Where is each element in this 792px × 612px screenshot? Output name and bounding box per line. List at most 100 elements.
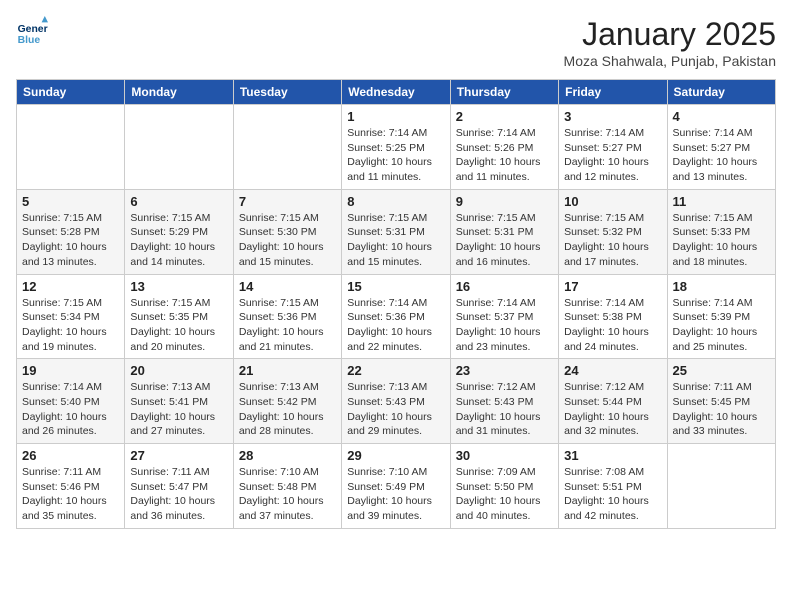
calendar-cell: 28 Sunrise: 7:10 AM Sunset: 5:48 PM Dayli… (233, 444, 341, 529)
day-info: Sunrise: 7:15 AM Sunset: 5:35 PM Dayligh… (130, 296, 227, 355)
day-info: Sunrise: 7:11 AM Sunset: 5:45 PM Dayligh… (673, 380, 770, 439)
day-number: 1 (347, 109, 444, 124)
calendar-cell: 25 Sunrise: 7:11 AM Sunset: 5:45 PM Dayli… (667, 359, 775, 444)
calendar-week-row: 1 Sunrise: 7:14 AM Sunset: 5:25 PM Daylig… (17, 105, 776, 190)
day-number: 4 (673, 109, 770, 124)
calendar-cell: 21 Sunrise: 7:13 AM Sunset: 5:42 PM Dayli… (233, 359, 341, 444)
calendar-week-row: 26 Sunrise: 7:11 AM Sunset: 5:46 PM Dayli… (17, 444, 776, 529)
day-number: 10 (564, 194, 661, 209)
day-number: 31 (564, 448, 661, 463)
day-number: 15 (347, 279, 444, 294)
column-header-monday: Monday (125, 80, 233, 105)
day-info: Sunrise: 7:14 AM Sunset: 5:36 PM Dayligh… (347, 296, 444, 355)
calendar-cell: 29Sunrise: 7:10 AM Sunset: 5:49 PM Dayli… (342, 444, 450, 529)
day-info: Sunrise: 7:14 AM Sunset: 5:27 PM Dayligh… (564, 126, 661, 185)
calendar-table: SundayMondayTuesdayWednesdayThursdayFrid… (16, 79, 776, 529)
calendar-cell: 5 Sunrise: 7:15 AM Sunset: 5:28 PM Daylig… (17, 189, 125, 274)
day-info: Sunrise: 7:15 AM Sunset: 5:31 PM Dayligh… (456, 211, 553, 270)
column-header-saturday: Saturday (667, 80, 775, 105)
day-info: Sunrise: 7:11 AM Sunset: 5:47 PM Dayligh… (130, 465, 227, 524)
column-header-thursday: Thursday (450, 80, 558, 105)
day-number: 7 (239, 194, 336, 209)
day-info: Sunrise: 7:09 AM Sunset: 5:50 PM Dayligh… (456, 465, 553, 524)
page-header: General Blue January 2025 Moza Shahwala,… (16, 16, 776, 69)
day-info: Sunrise: 7:12 AM Sunset: 5:44 PM Dayligh… (564, 380, 661, 439)
column-header-wednesday: Wednesday (342, 80, 450, 105)
day-info: Sunrise: 7:15 AM Sunset: 5:34 PM Dayligh… (22, 296, 119, 355)
day-number: 6 (130, 194, 227, 209)
calendar-cell (17, 105, 125, 190)
day-number: 11 (673, 194, 770, 209)
day-number: 21 (239, 363, 336, 378)
calendar-cell: 3Sunrise: 7:14 AM Sunset: 5:27 PM Daylig… (559, 105, 667, 190)
calendar-cell: 6 Sunrise: 7:15 AM Sunset: 5:29 PM Daylig… (125, 189, 233, 274)
calendar-cell (233, 105, 341, 190)
calendar-cell: 2 Sunrise: 7:14 AM Sunset: 5:26 PM Daylig… (450, 105, 558, 190)
day-number: 5 (22, 194, 119, 209)
calendar-cell: 11 Sunrise: 7:15 AM Sunset: 5:33 PM Dayli… (667, 189, 775, 274)
calendar-header-row: SundayMondayTuesdayWednesdayThursdayFrid… (17, 80, 776, 105)
calendar-cell: 30Sunrise: 7:09 AM Sunset: 5:50 PM Dayli… (450, 444, 558, 529)
day-info: Sunrise: 7:08 AM Sunset: 5:51 PM Dayligh… (564, 465, 661, 524)
calendar-cell: 24 Sunrise: 7:12 AM Sunset: 5:44 PM Dayli… (559, 359, 667, 444)
calendar-cell: 22 Sunrise: 7:13 AM Sunset: 5:43 PM Dayli… (342, 359, 450, 444)
calendar-cell: 17Sunrise: 7:14 AM Sunset: 5:38 PM Dayli… (559, 274, 667, 359)
calendar-cell: 15 Sunrise: 7:14 AM Sunset: 5:36 PM Dayli… (342, 274, 450, 359)
day-info: Sunrise: 7:15 AM Sunset: 5:28 PM Dayligh… (22, 211, 119, 270)
calendar-cell: 14 Sunrise: 7:15 AM Sunset: 5:36 PM Dayli… (233, 274, 341, 359)
day-info: Sunrise: 7:14 AM Sunset: 5:25 PM Dayligh… (347, 126, 444, 185)
day-info: Sunrise: 7:15 AM Sunset: 5:33 PM Dayligh… (673, 211, 770, 270)
calendar-cell: 16 Sunrise: 7:14 AM Sunset: 5:37 PM Dayli… (450, 274, 558, 359)
calendar-cell: 19Sunrise: 7:14 AM Sunset: 5:40 PM Dayli… (17, 359, 125, 444)
day-info: Sunrise: 7:13 AM Sunset: 5:42 PM Dayligh… (239, 380, 336, 439)
calendar-cell: 27 Sunrise: 7:11 AM Sunset: 5:47 PM Dayli… (125, 444, 233, 529)
day-info: Sunrise: 7:14 AM Sunset: 5:26 PM Dayligh… (456, 126, 553, 185)
day-number: 14 (239, 279, 336, 294)
calendar-week-row: 19Sunrise: 7:14 AM Sunset: 5:40 PM Dayli… (17, 359, 776, 444)
day-number: 16 (456, 279, 553, 294)
day-number: 25 (673, 363, 770, 378)
day-info: Sunrise: 7:13 AM Sunset: 5:43 PM Dayligh… (347, 380, 444, 439)
day-info: Sunrise: 7:11 AM Sunset: 5:46 PM Dayligh… (22, 465, 119, 524)
logo-icon: General Blue (16, 16, 48, 48)
calendar-cell (667, 444, 775, 529)
calendar-cell: 1 Sunrise: 7:14 AM Sunset: 5:25 PM Daylig… (342, 105, 450, 190)
svg-text:General: General (18, 24, 48, 35)
day-number: 24 (564, 363, 661, 378)
day-number: 12 (22, 279, 119, 294)
day-info: Sunrise: 7:12 AM Sunset: 5:43 PM Dayligh… (456, 380, 553, 439)
day-number: 22 (347, 363, 444, 378)
calendar-cell: 12 Sunrise: 7:15 AM Sunset: 5:34 PM Dayli… (17, 274, 125, 359)
column-header-tuesday: Tuesday (233, 80, 341, 105)
day-info: Sunrise: 7:14 AM Sunset: 5:27 PM Dayligh… (673, 126, 770, 185)
day-info: Sunrise: 7:14 AM Sunset: 5:38 PM Dayligh… (564, 296, 661, 355)
calendar-cell: 8Sunrise: 7:15 AM Sunset: 5:31 PM Daylig… (342, 189, 450, 274)
calendar-cell: 23 Sunrise: 7:12 AM Sunset: 5:43 PM Dayli… (450, 359, 558, 444)
calendar-cell: 20 Sunrise: 7:13 AM Sunset: 5:41 PM Dayli… (125, 359, 233, 444)
day-info: Sunrise: 7:14 AM Sunset: 5:39 PM Dayligh… (673, 296, 770, 355)
location-subtitle: Moza Shahwala, Punjab, Pakistan (564, 53, 776, 69)
month-title: January 2025 (564, 16, 776, 53)
day-number: 19 (22, 363, 119, 378)
day-number: 27 (130, 448, 227, 463)
calendar-cell: 9Sunrise: 7:15 AM Sunset: 5:31 PM Daylig… (450, 189, 558, 274)
day-info: Sunrise: 7:14 AM Sunset: 5:37 PM Dayligh… (456, 296, 553, 355)
calendar-cell: 26 Sunrise: 7:11 AM Sunset: 5:46 PM Dayli… (17, 444, 125, 529)
day-number: 18 (673, 279, 770, 294)
day-number: 26 (22, 448, 119, 463)
logo: General Blue (16, 16, 48, 48)
day-info: Sunrise: 7:10 AM Sunset: 5:49 PM Dayligh… (347, 465, 444, 524)
day-number: 28 (239, 448, 336, 463)
day-info: Sunrise: 7:15 AM Sunset: 5:36 PM Dayligh… (239, 296, 336, 355)
calendar-cell: 31 Sunrise: 7:08 AM Sunset: 5:51 PM Dayli… (559, 444, 667, 529)
day-info: Sunrise: 7:15 AM Sunset: 5:30 PM Dayligh… (239, 211, 336, 270)
day-info: Sunrise: 7:15 AM Sunset: 5:29 PM Dayligh… (130, 211, 227, 270)
day-number: 13 (130, 279, 227, 294)
day-info: Sunrise: 7:15 AM Sunset: 5:32 PM Dayligh… (564, 211, 661, 270)
day-number: 23 (456, 363, 553, 378)
day-number: 20 (130, 363, 227, 378)
day-info: Sunrise: 7:10 AM Sunset: 5:48 PM Dayligh… (239, 465, 336, 524)
calendar-cell: 4 Sunrise: 7:14 AM Sunset: 5:27 PM Daylig… (667, 105, 775, 190)
day-number: 2 (456, 109, 553, 124)
day-info: Sunrise: 7:13 AM Sunset: 5:41 PM Dayligh… (130, 380, 227, 439)
